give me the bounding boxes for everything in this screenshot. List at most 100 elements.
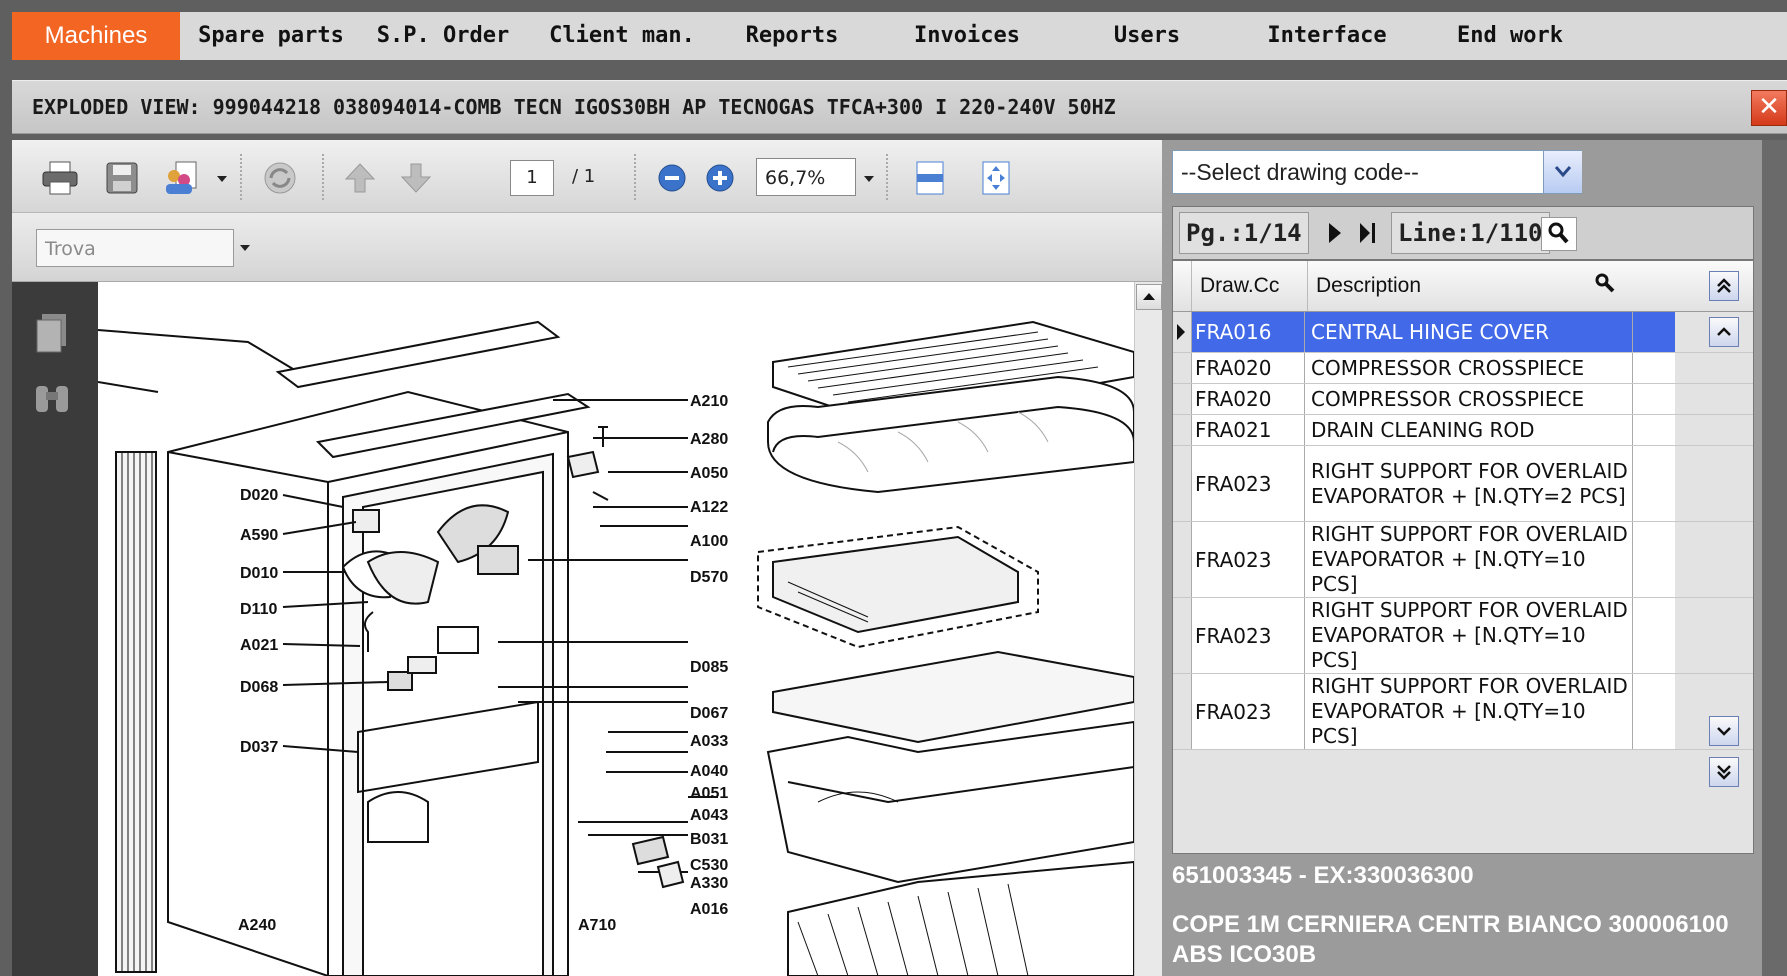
row-description: RIGHT SUPPORT FOR OVERLAID EVAPORATOR + …	[1307, 522, 1633, 597]
line-search-icon[interactable]	[1541, 217, 1577, 251]
drawing-vertical-scrollbar[interactable]	[1134, 282, 1163, 976]
row-description: COMPRESSOR CROSSPIECE	[1307, 353, 1633, 383]
last-page-icon[interactable]	[1357, 221, 1379, 249]
toolbar-separator	[240, 154, 242, 200]
table-row[interactable]: FRA020 COMPRESSOR CROSSPIECE	[1173, 384, 1753, 415]
menu-interface[interactable]: Interface	[1232, 12, 1422, 60]
selected-part-code: 651003345 - EX:330036300	[1172, 862, 1474, 889]
row-code: FRA020	[1193, 353, 1305, 383]
callout-d570: D570	[690, 569, 728, 586]
page-down-icon[interactable]	[396, 158, 436, 198]
fit-page-icon[interactable]	[976, 158, 1016, 198]
drawing-code-select[interactable]: --Select drawing code--	[1172, 150, 1582, 194]
panel-edge	[1762, 140, 1787, 976]
page-indicator: Pg.:1/14	[1179, 212, 1309, 254]
select-dropdown-button[interactable]	[1543, 151, 1582, 193]
sync-icon	[260, 158, 300, 198]
scroll-down-icon[interactable]	[1709, 716, 1739, 746]
zoom-dropdown-arrow-icon[interactable]	[864, 176, 874, 182]
menu-client-man[interactable]: Client man.	[532, 12, 712, 60]
callout-a100: A100	[690, 533, 728, 550]
description-search-icon[interactable]	[1593, 271, 1617, 299]
row-code: FRA021	[1193, 415, 1305, 445]
pages-panel-icon[interactable]	[34, 312, 70, 358]
table-row[interactable]: FRA023 RIGHT SUPPORT FOR OVERLAID EVAPOR…	[1173, 598, 1753, 674]
page-up-icon[interactable]	[340, 158, 380, 198]
fit-width-icon[interactable]	[910, 158, 950, 198]
menu-end-work[interactable]: End work	[1422, 12, 1598, 60]
scroll-up-icon[interactable]	[1709, 317, 1739, 347]
scroll-bottom-icon[interactable]	[1709, 757, 1739, 787]
callout-a240: A240	[238, 917, 276, 934]
row-description: CENTRAL HINGE COVER	[1307, 312, 1633, 352]
col-description[interactable]: Description	[1307, 261, 1635, 311]
share-dropdown-arrow-icon[interactable]	[217, 176, 227, 182]
viewer-side-rail	[12, 282, 98, 976]
zoom-out-icon[interactable]	[652, 158, 692, 198]
next-page-icon[interactable]	[1325, 221, 1345, 249]
selected-part-description: COPE 1M CERNIERA CENTR BIANCO 300006100 …	[1172, 911, 1729, 968]
row-pointer-icon	[1177, 324, 1185, 340]
callout-a051: A051	[690, 785, 728, 802]
row-indicator	[1173, 312, 1192, 352]
chevron-down-icon	[1554, 166, 1572, 178]
menu-spare-parts[interactable]: Spare parts	[188, 12, 354, 60]
parts-grid: Draw.Cc Description FRA016 CENTRAL HINGE…	[1172, 260, 1754, 854]
row-description: DRAIN CLEANING ROD	[1307, 415, 1633, 445]
callout-d110: D110	[240, 601, 277, 618]
page-number-input[interactable]: 1	[510, 160, 554, 196]
callout-a016: A016	[690, 901, 728, 918]
callout-a710: A710	[578, 917, 616, 934]
toolbar-separator	[322, 154, 324, 200]
table-row[interactable]: FRA020 COMPRESSOR CROSSPIECE	[1173, 353, 1753, 384]
find-dropdown-arrow-icon[interactable]	[240, 245, 250, 251]
page-total: / 1	[572, 166, 596, 187]
callout-d037: D037	[240, 739, 278, 756]
row-code: FRA023	[1193, 674, 1305, 749]
callout-d085: D085	[690, 659, 728, 676]
callout-c530: C530	[690, 857, 728, 874]
table-row[interactable]: FRA016 CENTRAL HINGE COVER	[1173, 312, 1753, 353]
row-code: FRA020	[1193, 384, 1305, 414]
menu-machines[interactable]: Machines	[12, 12, 180, 60]
zoom-level-input[interactable]: 66,7%	[756, 158, 856, 196]
menu-invoices[interactable]: Invoices	[872, 12, 1062, 60]
table-row[interactable]: FRA021 DRAIN CLEANING ROD	[1173, 415, 1753, 446]
share-users-icon[interactable]	[162, 158, 202, 198]
callout-a033: A033	[690, 733, 728, 750]
find-input[interactable]: Trova	[36, 229, 234, 267]
window-title: EXPLODED VIEW: 999044218 038094014-COMB …	[32, 95, 1116, 119]
window-titlebar: EXPLODED VIEW: 999044218 038094014-COMB …	[12, 80, 1787, 134]
callout-a040: A040	[690, 763, 728, 780]
callout-a590: A590	[240, 527, 278, 544]
menu-sp-order[interactable]: S.P. Order	[362, 12, 524, 60]
close-button[interactable]: ✕	[1751, 90, 1787, 126]
table-row[interactable]: FRA023 RIGHT SUPPORT FOR OVERLAID EVAPOR…	[1173, 674, 1753, 750]
toolbar-separator	[886, 154, 888, 200]
callout-a122: A122	[690, 499, 728, 516]
callout-d068: D068	[240, 679, 278, 696]
table-row[interactable]: FRA023 RIGHT SUPPORT FOR OVERLAID EVAPOR…	[1173, 446, 1753, 522]
parts-panel: --Select drawing code-- Pg.:1/14 Line:1/…	[1162, 140, 1762, 976]
scroll-top-icon[interactable]	[1709, 271, 1739, 301]
row-code: FRA023	[1193, 522, 1305, 597]
print-icon[interactable]	[40, 158, 80, 198]
menu-users[interactable]: Users	[1062, 12, 1232, 60]
line-indicator: Line:1/110	[1391, 212, 1550, 254]
scroll-up-arrow-icon[interactable]	[1136, 284, 1162, 310]
exploded-drawing-svg: A210 A280 A050 A122 A100 D570 D085 D067 …	[98, 320, 1134, 976]
row-description: RIGHT SUPPORT FOR OVERLAID EVAPORATOR + …	[1307, 674, 1633, 749]
col-draw-cc[interactable]: Draw.Cc	[1191, 261, 1307, 311]
table-row[interactable]: FRA023 RIGHT SUPPORT FOR OVERLAID EVAPOR…	[1173, 522, 1753, 598]
toolbar-separator	[634, 154, 636, 200]
main-menu: Machines Spare parts S.P. Order Client m…	[12, 12, 1787, 60]
menu-reports[interactable]: Reports	[712, 12, 872, 60]
callout-d067: D067	[690, 705, 728, 722]
row-description: COMPRESSOR CROSSPIECE	[1307, 384, 1633, 414]
exploded-view-drawing[interactable]: A210 A280 A050 A122 A100 D570 D085 D067 …	[98, 282, 1134, 976]
zoom-in-icon[interactable]	[700, 158, 740, 198]
save-icon[interactable]	[102, 158, 142, 198]
grid-header: Draw.Cc Description	[1173, 261, 1753, 312]
binoculars-icon[interactable]	[32, 382, 72, 420]
callout-a043: A043	[690, 807, 728, 824]
